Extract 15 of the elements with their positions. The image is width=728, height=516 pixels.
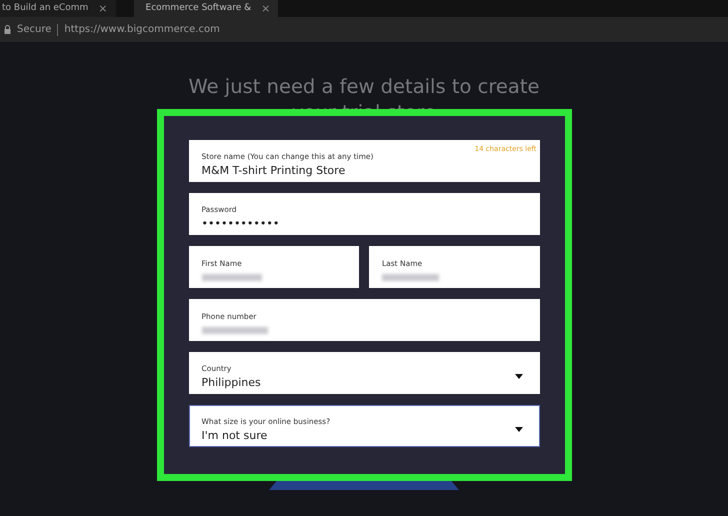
caret-icon (514, 426, 522, 432)
close-tab-button[interactable]: × (98, 0, 108, 17)
url-text: https://www.bigcommerce.com (64, 24, 220, 35)
browser-tab[interactable]: to Build an eComm × (0, 0, 116, 17)
close-tab-button[interactable]: × (261, 0, 270, 17)
submit-button[interactable] (269, 481, 459, 490)
browser-tab[interactable]: Ecommerce Software & × (134, 0, 278, 17)
lock-icon (4, 25, 11, 34)
field-value: Philippines (202, 376, 262, 388)
field-value: M&M T-shirt Printing Store (202, 164, 346, 176)
address-bar[interactable]: Secure https://www.bigcommerce.com (0, 17, 728, 42)
caret-icon (514, 374, 522, 378)
field-value: I'm not sure (202, 428, 268, 442)
password-dots: •••••••••••• (202, 216, 280, 230)
security-label: Secure (17, 24, 52, 35)
